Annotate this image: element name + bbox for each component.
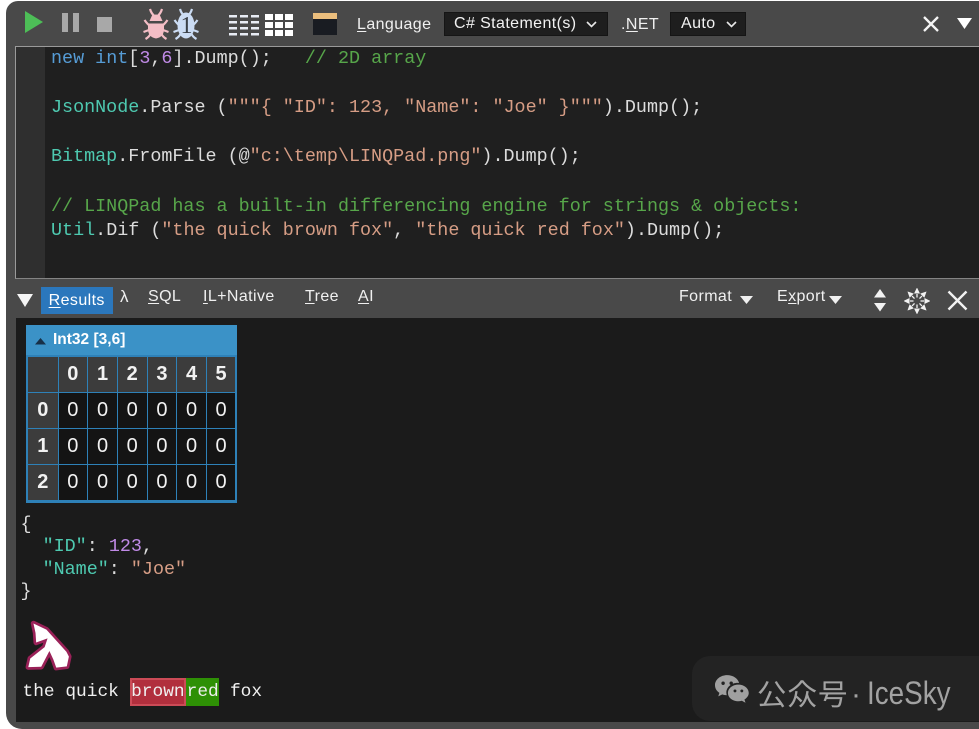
svg-text:·: · <box>851 678 861 711</box>
svg-text:1: 1 <box>181 13 193 39</box>
svg-text:IceSky: IceSky <box>867 676 951 711</box>
